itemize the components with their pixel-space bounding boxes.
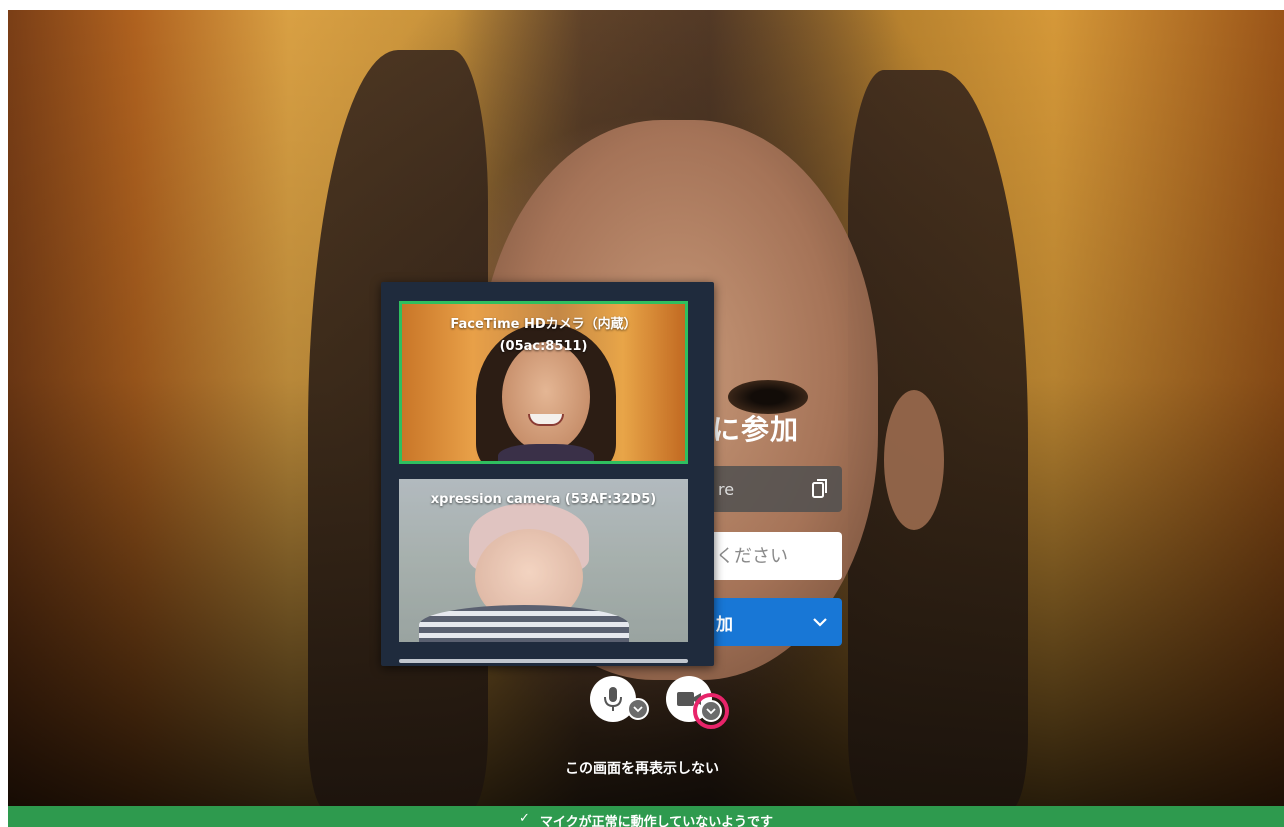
microphone-icon (604, 687, 622, 711)
menu-scrollbar[interactable] (399, 659, 688, 663)
camera-select-menu: FaceTime HDカメラ（内蔵） (05ac:8511) xpression… (381, 282, 714, 666)
status-bar: ✓ マイクが正常に動作していないようです (8, 806, 1284, 827)
preview-ear (884, 390, 944, 530)
camera-option-xpression[interactable]: xpression camera (53AF:32D5) (399, 479, 688, 642)
thumbnail-face (502, 342, 590, 452)
camera-id: (05ac:8511) (499, 339, 588, 354)
dont-show-again-link[interactable]: この画面を再表示しない (0, 758, 1284, 778)
camera-name: xpression camera (53AF:32D5) (430, 492, 657, 507)
thumbnail-shirt (498, 444, 594, 461)
join-button[interactable]: 加 (712, 598, 842, 646)
chevron-down-icon[interactable] (812, 614, 828, 630)
microphone-options-button[interactable] (627, 698, 649, 720)
join-title: に参加 (712, 413, 800, 446)
name-input[interactable] (712, 532, 842, 580)
camera-option-label: xpression camera (53AF:32D5) (399, 489, 688, 511)
chevron-down-icon (633, 706, 643, 713)
meeting-link-text: re (718, 479, 735, 499)
camera-name: FaceTime HDカメラ（内蔵） (450, 317, 637, 332)
join-button-label: 加 (716, 614, 733, 635)
camera-option-label: FaceTime HDカメラ（内蔵） (05ac:8511) (402, 314, 685, 358)
chevron-down-icon (706, 708, 716, 715)
meeting-link-box[interactable]: re (712, 466, 842, 512)
status-message: マイクが正常に動作していないようです (539, 815, 773, 827)
check-icon: ✓ (519, 811, 530, 826)
camera-options-button[interactable] (700, 700, 722, 722)
camera-option-facetime[interactable]: FaceTime HDカメラ（内蔵） (05ac:8511) (399, 301, 688, 464)
copy-icon[interactable] (812, 479, 828, 499)
